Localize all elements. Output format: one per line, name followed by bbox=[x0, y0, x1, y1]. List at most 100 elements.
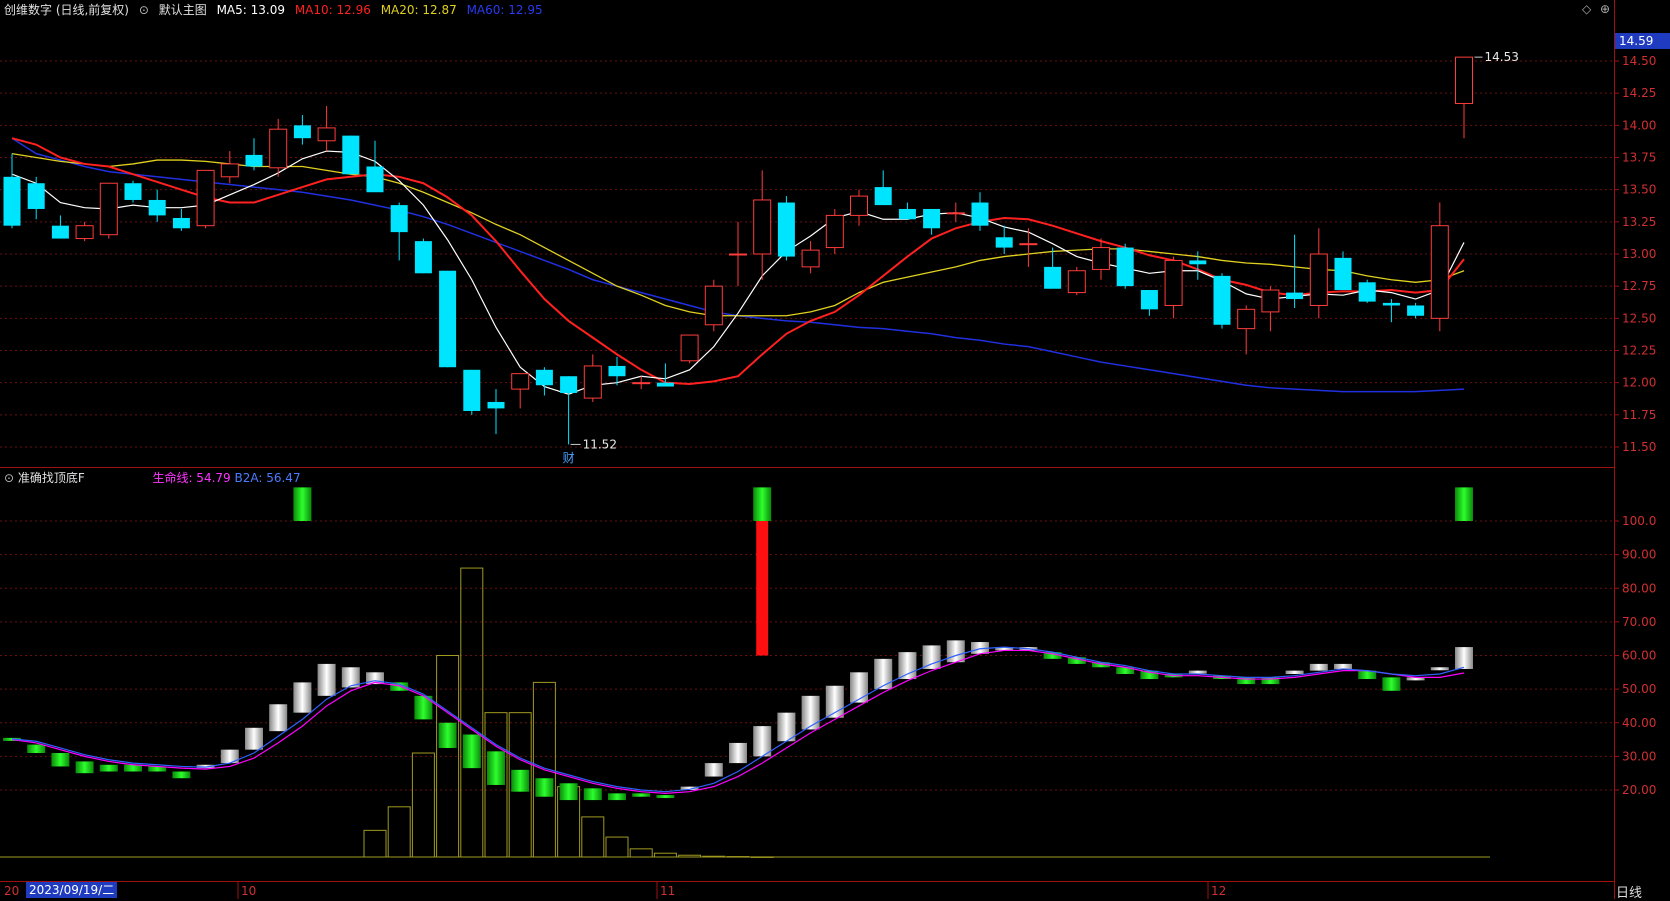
candle-down bbox=[560, 376, 578, 393]
event-marker: 财 bbox=[563, 451, 575, 465]
volume-outline-bars bbox=[0, 567, 1490, 858]
indicator-bar-white bbox=[1430, 667, 1449, 671]
candle-down bbox=[923, 208, 941, 229]
indicator-bar-white bbox=[1285, 670, 1304, 674]
indicator-tick-label: 50.00 bbox=[1622, 682, 1656, 696]
price-tick-label: 12.50 bbox=[1622, 311, 1656, 325]
indicator-bar-white bbox=[269, 704, 288, 732]
candle-down bbox=[874, 187, 892, 206]
candle-down bbox=[27, 183, 45, 209]
candle-up bbox=[99, 182, 118, 236]
date-label: 11 bbox=[660, 884, 675, 898]
indicator-bar-green bbox=[632, 793, 651, 797]
chart-frame bbox=[0, 0, 1615, 899]
candle-up bbox=[75, 225, 94, 240]
price-tick-label: 13.00 bbox=[1622, 247, 1656, 261]
chart-canvas[interactable]: 14.50 14.25 14.00 13.75 13.50 13.25 13.00 12.75… bbox=[0, 0, 1670, 899]
candle-down bbox=[535, 369, 553, 386]
candle-up bbox=[1164, 259, 1183, 306]
outline-bar bbox=[629, 848, 653, 858]
indicator-bar-white bbox=[946, 640, 965, 663]
price-tick-label: 14.00 bbox=[1622, 118, 1656, 132]
indicator-bar-white bbox=[850, 672, 868, 703]
indicator-tick-label: 60.00 bbox=[1622, 649, 1656, 663]
candle-up bbox=[220, 163, 239, 178]
indicator-bar-green bbox=[1382, 677, 1401, 691]
indicator-bar-green bbox=[414, 695, 433, 720]
candle-down bbox=[342, 135, 360, 175]
indicator-bar-green bbox=[438, 722, 457, 748]
indicator-bar-white bbox=[729, 742, 747, 764]
b2a-line bbox=[11, 646, 1465, 793]
candle-down bbox=[1213, 275, 1231, 325]
candle-down bbox=[124, 183, 142, 200]
candle-up bbox=[680, 334, 699, 362]
stock-chart-window: 创维数字 (日线,前复权) ⊙ 默认主图 MA5: 13.09 MA10: 12… bbox=[0, 0, 1670, 901]
candle-down bbox=[439, 270, 457, 368]
candle-up bbox=[704, 285, 723, 326]
date-axis: 20 10 11 12 bbox=[4, 882, 1226, 899]
indicator-bar-green bbox=[656, 795, 675, 799]
signal-markers bbox=[293, 487, 1473, 656]
indicator-lines bbox=[11, 646, 1465, 794]
candle-down bbox=[1044, 266, 1062, 289]
date-label: 10 bbox=[241, 884, 256, 898]
outline-bar bbox=[460, 567, 484, 858]
candle-up bbox=[317, 127, 336, 142]
price-tick-label: 11.75 bbox=[1622, 408, 1656, 422]
price-tick-label: 14.50 bbox=[1622, 54, 1656, 68]
price-tick-label: 11.50 bbox=[1622, 440, 1656, 454]
candle-down bbox=[1116, 247, 1134, 287]
indicator-tick-label: 100.0 bbox=[1622, 514, 1656, 528]
candle-down bbox=[995, 237, 1013, 248]
candle-down bbox=[172, 217, 190, 229]
indicator-bar-green bbox=[462, 734, 481, 769]
indicator-bar-white bbox=[898, 652, 917, 680]
outline-bar bbox=[653, 852, 677, 858]
indicator-bar-green bbox=[608, 793, 626, 801]
price-tick-label: 12.25 bbox=[1622, 344, 1656, 358]
indicator-bar-green bbox=[535, 778, 554, 797]
indicator-tick-label: 90.00 bbox=[1622, 548, 1656, 562]
candle-up bbox=[511, 373, 530, 390]
high-marker-label: 14.53 bbox=[1485, 50, 1519, 64]
top-signal-bar bbox=[1455, 487, 1473, 521]
candle-up bbox=[269, 128, 288, 169]
candle-down bbox=[656, 382, 674, 387]
indicator-bar-white bbox=[1188, 670, 1207, 674]
candle-down bbox=[51, 225, 69, 239]
candle-down bbox=[414, 241, 432, 274]
indicator-bar-white bbox=[245, 727, 263, 750]
candle-down bbox=[148, 199, 166, 216]
price-tick-label: 13.50 bbox=[1622, 183, 1656, 197]
candle-down bbox=[971, 202, 989, 226]
candle-up bbox=[1430, 225, 1449, 319]
candle-up bbox=[1237, 308, 1256, 330]
period-label[interactable]: 日线 bbox=[1616, 882, 1642, 901]
candle-up bbox=[1261, 289, 1280, 313]
indicator-axis: 100.0 90.00 80.00 70.00 60.00 50.00 40.00 30.00… bbox=[1614, 514, 1656, 797]
outline-bar bbox=[363, 829, 387, 858]
candle-down bbox=[1140, 290, 1158, 310]
selected-date[interactable]: 2023/09/19/二 bbox=[26, 882, 118, 898]
candle-up bbox=[1019, 243, 1038, 246]
top-signal-bar bbox=[293, 487, 312, 521]
indicator-bar-green bbox=[99, 764, 118, 772]
candle-down bbox=[390, 205, 408, 233]
candle-up bbox=[1309, 253, 1328, 306]
candle-down bbox=[1407, 305, 1425, 316]
indicator-grid bbox=[0, 520, 1614, 791]
candle-up bbox=[1455, 56, 1473, 104]
bottom-signal-bar bbox=[756, 521, 769, 656]
candle-down bbox=[1189, 260, 1207, 265]
candle-down bbox=[898, 208, 916, 220]
top-signal-bar bbox=[753, 487, 772, 521]
candle-down bbox=[366, 166, 384, 193]
indicator-bar-white bbox=[293, 682, 312, 713]
candle-up bbox=[850, 195, 868, 216]
candle-up bbox=[753, 199, 772, 255]
indicator-bar-green bbox=[511, 769, 530, 792]
candle-down bbox=[293, 125, 311, 139]
indicator-bar-green bbox=[172, 771, 191, 779]
candle-down bbox=[777, 202, 795, 257]
